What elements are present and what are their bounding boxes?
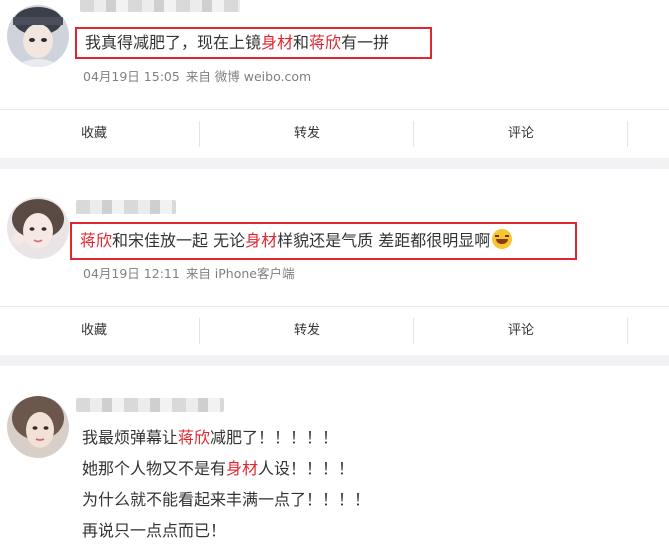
- comment-line: 再说只一点点而已！: [82, 521, 227, 540]
- divider: [627, 121, 628, 147]
- username-blurred[interactable]: [80, 0, 240, 12]
- divider: [413, 318, 414, 344]
- avatar[interactable]: [7, 197, 69, 259]
- source-link[interactable]: 来自 微博 weibo.com: [186, 69, 311, 84]
- comment-3: 我最烦弹幕让蒋欣减肥了！！！！！ 她那个人物又不是有身材人设！！！！ 为什么就不…: [0, 366, 669, 548]
- timestamp: 04月19日 12:11: [83, 266, 180, 281]
- action-bar: 收藏 转发 评论: [0, 109, 669, 158]
- section-gap: [0, 355, 669, 366]
- comment-line: 为什么就不能看起来丰满一点了！！！！: [82, 490, 371, 509]
- repost-button[interactable]: 转发: [207, 307, 407, 355]
- comment-text: 我真得减肥了，现在上镜身材和蒋欣有一拼: [75, 27, 432, 59]
- comment-2: 蒋欣和宋佳放一起 无论身材样貌还是气质 差距都很明显啊 04月19日 12:11…: [0, 169, 669, 369]
- comment-button[interactable]: 评论: [421, 307, 621, 355]
- keyword-highlight: 身材: [226, 459, 259, 478]
- keyword-highlight: 身材: [261, 33, 294, 52]
- timestamp: 04月19日 15:05: [83, 69, 180, 84]
- laughing-crying-emoji-icon: [492, 229, 513, 249]
- comment-text: 我最烦弹幕让蒋欣减肥了！！！！！ 她那个人物又不是有身材人设！！！！ 为什么就不…: [82, 422, 370, 546]
- comment-text: 蒋欣和宋佳放一起 无论身材样貌还是气质 差距都很明显啊: [70, 222, 577, 260]
- divider: [413, 121, 414, 147]
- keyword-highlight: 身材: [245, 231, 278, 250]
- comment-meta: 04月19日 12:11 来自 iPhone客户端: [83, 263, 300, 282]
- comment-meta: 04月19日 15:05 来自 微博 weibo.com: [83, 66, 317, 85]
- comment-line: 她那个人物又不是有身材人设！！！！: [82, 459, 355, 478]
- repost-button[interactable]: 转发: [207, 110, 407, 158]
- username-blurred[interactable]: [76, 200, 176, 214]
- divider: [199, 318, 200, 344]
- comment-line: 我最烦弹幕让蒋欣减肥了！！！！！: [82, 428, 339, 447]
- action-bar: 收藏 转发 评论: [0, 306, 669, 355]
- keyword-highlight: 蒋欣: [309, 33, 342, 52]
- username-blurred[interactable]: [76, 398, 224, 412]
- keyword-highlight: 蒋欣: [80, 231, 113, 250]
- avatar[interactable]: [7, 5, 69, 67]
- comment-1: 我真得减肥了，现在上镜身材和蒋欣有一拼 04月19日 15:05 来自 微博 we…: [0, 0, 669, 160]
- comment-button[interactable]: 评论: [421, 110, 621, 158]
- divider: [199, 121, 200, 147]
- favorite-button[interactable]: 收藏: [0, 110, 194, 158]
- favorite-button[interactable]: 收藏: [0, 307, 194, 355]
- avatar[interactable]: [7, 396, 69, 458]
- section-gap: [0, 158, 669, 169]
- source-link[interactable]: 来自 iPhone客户端: [186, 266, 295, 281]
- keyword-highlight: 蒋欣: [178, 428, 211, 447]
- divider: [627, 318, 628, 344]
